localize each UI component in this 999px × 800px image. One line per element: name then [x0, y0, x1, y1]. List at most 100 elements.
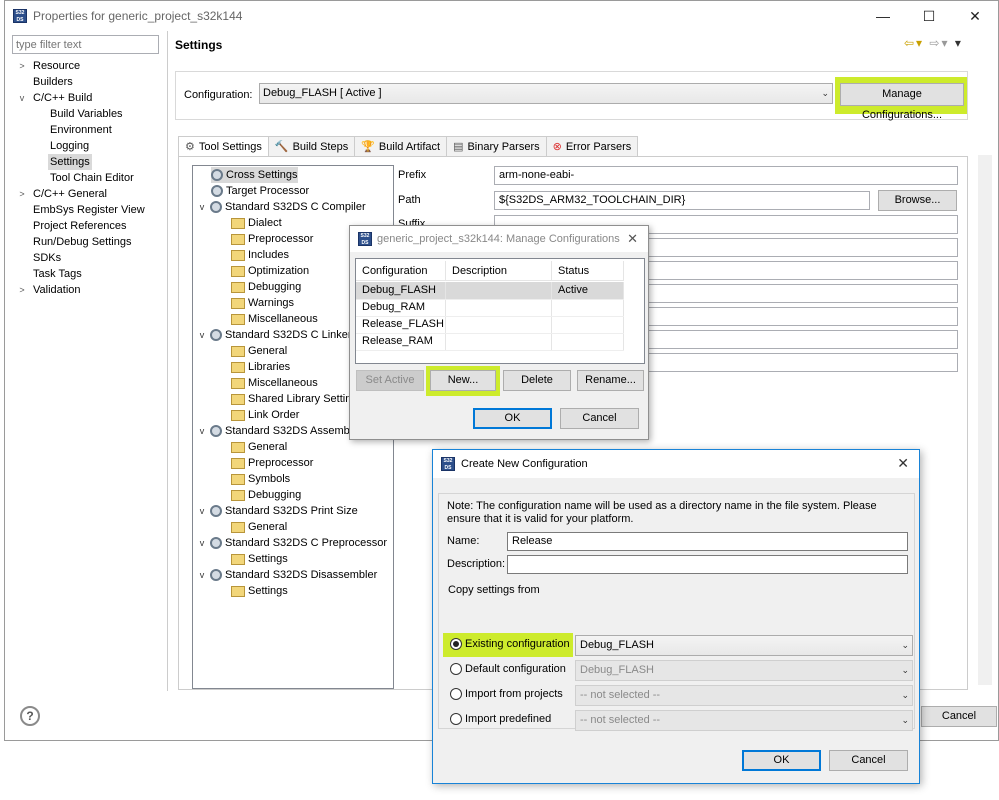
close-button[interactable]: ✕	[952, 1, 998, 31]
chevron-down-icon[interactable]: v	[197, 567, 207, 583]
delete-button[interactable]: Delete	[503, 370, 571, 391]
expand-arrow-icon[interactable]: >	[17, 189, 27, 199]
configuration-select[interactable]: Debug_FLASH [ Active ] ⌄	[259, 83, 833, 104]
existing-configuration-select[interactable]: Debug_FLASH ⌄	[575, 635, 913, 656]
existing-configuration-radio[interactable]: Existing configuration	[450, 638, 570, 650]
tree-item-general[interactable]: General	[231, 343, 287, 359]
new-button[interactable]: New...	[430, 370, 496, 391]
tree-item-miscellaneous[interactable]: Miscellaneous	[231, 375, 318, 391]
history-nav-icons[interactable]: ⇦▾ ⇨▾ ▾	[904, 36, 963, 50]
tree-item-debugging[interactable]: Debugging	[231, 279, 301, 295]
import-from-projects-select[interactable]: -- not selected -- ⌄	[575, 685, 913, 706]
tab-error-parsers[interactable]: ⊗ Error Parsers	[545, 136, 639, 156]
tree-item-preprocessor[interactable]: Preprocessor	[231, 455, 313, 471]
nav-item-logging[interactable]: Logging	[50, 138, 89, 154]
tree-item-settings[interactable]: Settings	[231, 583, 288, 599]
column-header[interactable]: Status	[552, 261, 624, 281]
chevron-down-icon[interactable]: v	[197, 535, 207, 551]
tree-item-c-linker[interactable]: v Standard S32DS C Linker	[197, 327, 352, 343]
tree-item-target-processor[interactable]: Target Processor	[211, 183, 309, 199]
tree-item-preprocessor[interactable]: Preprocessor	[231, 231, 313, 247]
description-input[interactable]	[507, 555, 908, 574]
tree-item-warnings[interactable]: Warnings	[231, 295, 294, 311]
tree-item-print-size[interactable]: v Standard S32DS Print Size	[197, 503, 358, 519]
expand-arrow-icon[interactable]: >	[17, 61, 27, 71]
nav-item-builders[interactable]: Builders	[33, 74, 73, 90]
tree-item-link-order[interactable]: Link Order	[231, 407, 299, 423]
tree-item-libraries[interactable]: Libraries	[231, 359, 290, 375]
ok-button[interactable]: OK	[473, 408, 552, 429]
collapse-arrow-icon[interactable]: v	[17, 93, 27, 103]
filter-input[interactable]	[12, 35, 159, 54]
nav-item-environment[interactable]: Environment	[50, 122, 112, 138]
close-icon[interactable]: ✕	[897, 455, 909, 472]
nav-item-project-references[interactable]: Project References	[33, 218, 127, 234]
tree-item-c-preprocessor[interactable]: v Standard S32DS C Preprocessor	[197, 535, 387, 551]
import-predefined-radio[interactable]: Import predefined	[450, 713, 551, 725]
browse-button[interactable]: Browse...	[878, 190, 957, 211]
tree-item-optimization[interactable]: Optimization	[231, 263, 309, 279]
expand-arrow-icon[interactable]: >	[17, 285, 27, 295]
minimize-button[interactable]: —	[860, 1, 906, 31]
nav-item-sdks[interactable]: SDKs	[33, 250, 61, 266]
import-from-projects-radio[interactable]: Import from projects	[450, 688, 563, 700]
tree-item-includes[interactable]: Includes	[231, 247, 289, 263]
tree-item-disassembler[interactable]: v Standard S32DS Disassembler	[197, 567, 377, 583]
tree-label: Dialect	[248, 217, 282, 229]
nav-item-embsys-register-view[interactable]: EmbSys Register View	[33, 202, 145, 218]
nav-item-run-debug-settings[interactable]: Run/Debug Settings	[33, 234, 131, 250]
chevron-down-icon[interactable]: v	[197, 199, 207, 215]
column-header[interactable]: Description	[446, 261, 552, 281]
tree-item-symbols[interactable]: Symbols	[231, 471, 290, 487]
nav-item-settings[interactable]: Settings	[48, 154, 92, 170]
window-titlebar: S32 DS Properties for generic_project_s32…	[5, 1, 998, 31]
set-active-button[interactable]: Set Active	[356, 370, 424, 391]
nav-item-validation[interactable]: Validation	[33, 282, 81, 298]
prefix-input[interactable]: arm-none-eabi-	[494, 166, 958, 185]
path-input[interactable]: ${S32DS_ARM32_TOOLCHAIN_DIR}	[494, 191, 870, 210]
tree-label: Symbols	[248, 473, 291, 485]
ok-button[interactable]: OK	[742, 750, 821, 771]
default-configuration-select[interactable]: Debug_FLASH ⌄	[575, 660, 913, 681]
cancel-button[interactable]: Cancel	[921, 706, 997, 727]
chevron-down-icon[interactable]: v	[197, 327, 207, 343]
tree-item-settings[interactable]: Settings	[231, 551, 288, 567]
tree-label: General	[248, 345, 288, 357]
nav-item-task-tags[interactable]: Task Tags	[33, 266, 82, 282]
chevron-down-icon[interactable]: v	[197, 503, 207, 519]
cancel-button[interactable]: Cancel	[560, 408, 639, 429]
help-icon[interactable]: ?	[20, 706, 40, 726]
tab-build-steps[interactable]: 🔨 Build Steps	[267, 136, 356, 156]
maximize-button[interactable]: ☐	[906, 1, 952, 31]
tree-item-debugging[interactable]: Debugging	[231, 487, 301, 503]
tree-item-general[interactable]: General	[231, 519, 287, 535]
folder-icon	[231, 217, 245, 229]
nav-item-resource[interactable]: Resource	[33, 58, 80, 74]
chevron-down-icon[interactable]: v	[197, 423, 207, 439]
tree-item-c-compiler[interactable]: v Standard S32DS C Compiler	[197, 199, 366, 215]
cancel-button[interactable]: Cancel	[829, 750, 908, 771]
rename-button[interactable]: Rename...	[577, 370, 644, 391]
tree-item-general[interactable]: General	[231, 439, 287, 455]
import-predefined-select[interactable]: -- not selected -- ⌄	[575, 710, 913, 731]
scrollbar[interactable]	[978, 155, 992, 685]
manage-configurations-button[interactable]: Manage Configurations...	[840, 83, 964, 121]
nav-item-cc-general[interactable]: C/C++ General	[33, 186, 107, 202]
tree-item-cross-settings[interactable]: Cross Settings	[211, 167, 298, 183]
tree-label: Debugging	[248, 489, 302, 501]
close-icon[interactable]: ✕	[627, 231, 638, 247]
default-configuration-radio[interactable]: Default configuration	[450, 663, 566, 675]
tab-build-artifact[interactable]: 🏆 Build Artifact	[354, 136, 448, 156]
tree-item-dialect[interactable]: Dialect	[231, 215, 282, 231]
nav-item-tool-chain-editor[interactable]: Tool Chain Editor	[50, 170, 134, 186]
nav-item-build-variables[interactable]: Build Variables	[50, 106, 123, 122]
tree-item-assembler[interactable]: v Standard S32DS Assembler	[197, 423, 362, 439]
tab-binary-parsers[interactable]: ▤ Binary Parsers	[446, 136, 547, 156]
tree-item-shared-library-settings[interactable]: Shared Library Settings	[231, 391, 363, 407]
configuration-form: Note: The configuration name will be use…	[438, 493, 915, 731]
nav-item-cc-build[interactable]: C/C++ Build	[33, 90, 92, 106]
name-input[interactable]: Release	[507, 532, 908, 551]
column-header[interactable]: Configuration	[356, 261, 446, 281]
tab-tool-settings[interactable]: ⚙ Tool Settings	[178, 136, 269, 157]
tree-item-miscellaneous[interactable]: Miscellaneous	[231, 311, 318, 327]
